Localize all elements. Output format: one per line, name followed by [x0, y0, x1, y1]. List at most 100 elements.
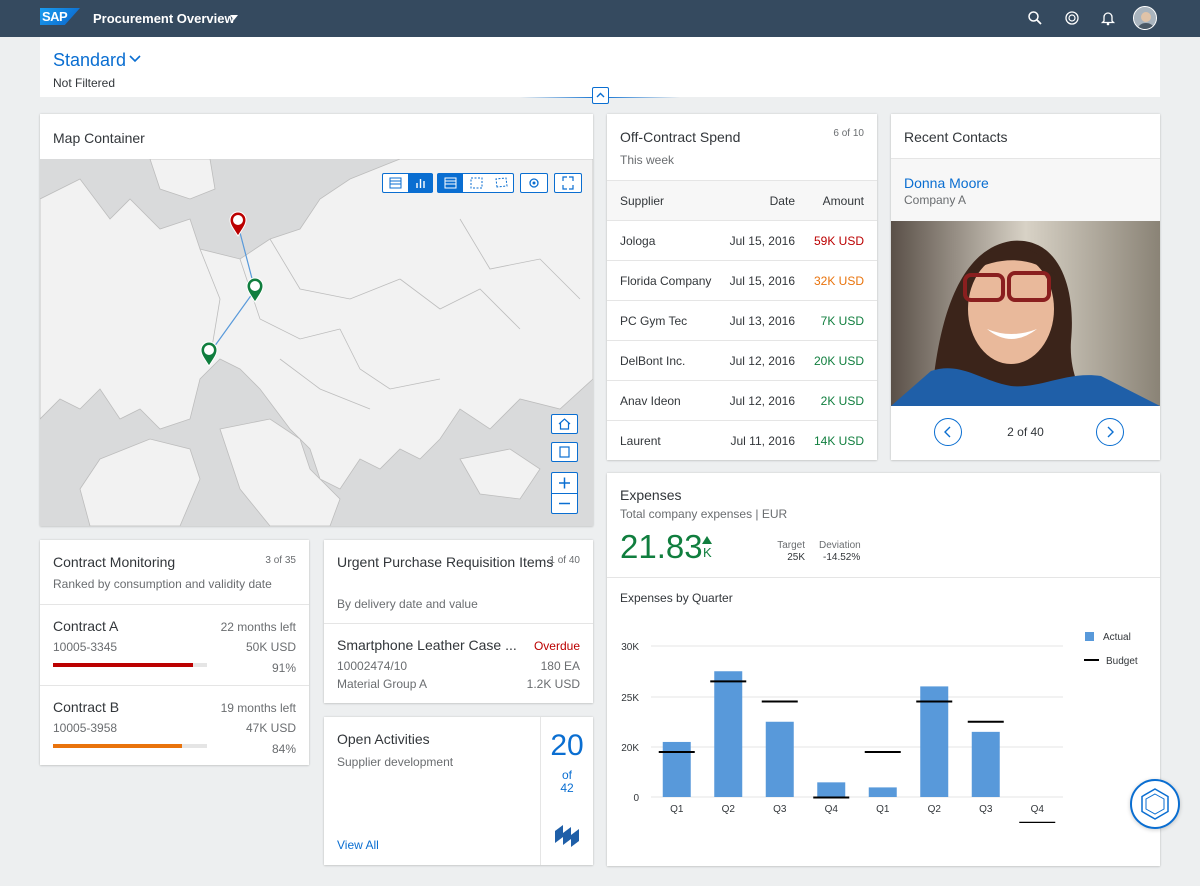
app-title[interactable]: Procurement Overview: [93, 11, 235, 26]
date-cell: Jul 15, 2016: [729, 234, 795, 248]
consumption-bar: [53, 663, 207, 667]
chart-view-toggle[interactable]: [408, 174, 433, 192]
amount-cell: 7K USD: [820, 314, 864, 328]
off-contract-spend-card[interactable]: Off-Contract Spend 6 of 10 This week Sup…: [607, 114, 877, 460]
card-counter: 3 of 35: [265, 555, 296, 566]
gear-icon: [529, 178, 539, 188]
bar-chart-icon: [416, 179, 425, 188]
card-subtitle: By delivery date and value: [337, 597, 478, 611]
date-cell: Jul 15, 2016: [729, 274, 795, 288]
contract-amount: 47K USD: [245, 721, 296, 735]
collapse-header-button[interactable]: [592, 87, 609, 104]
fullscreen-button[interactable]: [554, 173, 582, 193]
date-cell: Jul 13, 2016: [729, 314, 795, 328]
expenses-bar-chart[interactable]: 30K 25K 20K 0 Q1 Q2 Q3 Q4 Q1 Q2 Q3 Q4 Actual Budget: [607, 613, 1160, 823]
chevron-right-icon: [1107, 426, 1114, 438]
y-tick-label: 30K: [621, 642, 639, 653]
notifications-bell-icon[interactable]: [1100, 10, 1116, 26]
bar-actual: [971, 731, 1000, 797]
activities-count: 20: [550, 729, 584, 762]
consumption-bar-fill: [53, 663, 194, 667]
assistant-button[interactable]: [1130, 779, 1180, 829]
copilot-icon[interactable]: [1064, 10, 1080, 26]
legend-toggle[interactable]: [438, 174, 463, 192]
contract-id: 10005-3345: [53, 640, 118, 654]
activities-total: 42: [560, 781, 574, 795]
y-tick-label: 0: [633, 793, 639, 804]
item-value: 1.2K USD: [526, 677, 580, 691]
bar-actual: [662, 741, 691, 797]
map-view-toggle: [382, 173, 433, 193]
map-area[interactable]: [40, 158, 593, 526]
contact-name-link[interactable]: Donna Moore: [904, 175, 989, 191]
contact-company: Company A: [904, 193, 967, 207]
rectangle-select-icon[interactable]: [464, 174, 489, 192]
x-tick-label: Q3: [979, 804, 993, 815]
map-pin-green-icon[interactable]: [246, 277, 264, 303]
target-label: Target: [777, 540, 805, 551]
item-name[interactable]: Smartphone Leather Case ...: [337, 637, 517, 653]
next-contact-button[interactable]: [1096, 418, 1124, 446]
table-row[interactable]: DelBont Inc. Jul 12, 2016 20K USD: [607, 340, 877, 380]
table-row[interactable]: Anav Ideon Jul 12, 2016 2K USD: [607, 380, 877, 420]
search-icon[interactable]: [1027, 10, 1043, 26]
bar-actual: [765, 721, 794, 797]
zoom-in-icon[interactable]: [552, 473, 577, 493]
item-group: Material Group A: [337, 677, 428, 691]
card-counter: 1 of 40: [549, 555, 580, 566]
table-row[interactable]: PC Gym Tec Jul 13, 2016 7K USD: [607, 300, 877, 340]
card-subtitle: Supplier development: [337, 755, 454, 769]
deviation-value: -14.52%: [823, 552, 861, 563]
map-pin-green-icon[interactable]: [200, 341, 218, 367]
expenses-card[interactable]: Expenses Total company expenses | EUR 21…: [607, 473, 1160, 866]
app-menu-caret-icon[interactable]: [230, 15, 238, 20]
recent-contacts-card: Recent Contacts Donna Moore Company A 2 …: [891, 114, 1160, 460]
amount-cell: 59K USD: [813, 234, 864, 248]
contract-amount: 50K USD: [245, 640, 296, 654]
card-subtitle: Ranked by consumption and validity date: [53, 577, 272, 591]
open-activities-card[interactable]: Open Activities Supplier development Vie…: [324, 717, 593, 865]
table-row[interactable]: Jologa Jul 15, 2016 59K USD: [607, 220, 877, 260]
table-row[interactable]: Laurent Jul 11, 2016 14K USD: [607, 420, 877, 460]
map-card-title[interactable]: Map Container: [53, 130, 145, 146]
lasso-select-icon[interactable]: [489, 174, 514, 192]
legend-icon: [444, 177, 457, 189]
contract-monitoring-card[interactable]: Contract Monitoring 3 of 35 Ranked by co…: [40, 540, 309, 765]
deviation-label: Deviation: [819, 540, 861, 551]
zoom-out-icon[interactable]: [552, 494, 577, 513]
contract-item[interactable]: Contract A 22 months left 10005-3345 50K US…: [40, 604, 309, 684]
filter-status: Not Filtered: [53, 76, 116, 90]
map-zoom-extent-button[interactable]: [551, 442, 578, 462]
variant-selector[interactable]: Standard: [53, 50, 126, 71]
supplier-cell: DelBont Inc.: [620, 354, 686, 368]
item-quantity: 180 EA: [540, 659, 580, 673]
chevron-down-icon[interactable]: [128, 52, 142, 66]
card-title: Off-Contract Spend: [620, 129, 741, 145]
map-home-button[interactable]: [551, 414, 578, 434]
card-title: Open Activities: [337, 731, 430, 747]
table-row[interactable]: Florida Company Jul 15, 2016 32K USD: [607, 260, 877, 300]
activities-count-of: of: [561, 768, 572, 782]
card-subtitle: This week: [620, 153, 675, 167]
contract-item[interactable]: Contract B 19 months left 10005-3958 47K US…: [40, 685, 309, 765]
map-settings-button[interactable]: [520, 173, 548, 193]
contact-photo: [891, 221, 1160, 406]
table-view-icon[interactable]: [383, 174, 408, 192]
user-avatar[interactable]: [1133, 6, 1157, 30]
amount-cell: 2K USD: [820, 394, 864, 408]
supplier-cell: PC Gym Tec: [620, 314, 688, 328]
contract-remaining: 22 months left: [220, 620, 296, 634]
fullscreen-icon: [562, 176, 574, 190]
consumption-bar: [53, 744, 207, 748]
supplier-cell: Anav Ideon: [620, 394, 681, 408]
activities-app-icon: [555, 825, 579, 847]
supplier-cell: Florida Company: [620, 274, 712, 288]
contract-percent: 91%: [271, 661, 296, 675]
supplier-cell: Jologa: [620, 234, 656, 248]
contract-name: Contract B: [53, 699, 120, 715]
urgent-purchase-requisition-card[interactable]: Urgent Purchase Requisition Items 1 of 4…: [324, 540, 593, 703]
view-all-link[interactable]: View All: [337, 838, 379, 852]
amount-cell: 14K USD: [813, 434, 864, 448]
map-pin-red-icon[interactable]: [229, 211, 247, 237]
map-card: Map Container: [40, 114, 593, 526]
